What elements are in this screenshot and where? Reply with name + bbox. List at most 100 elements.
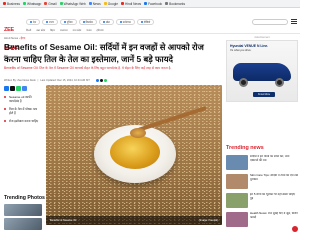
share-bar [4,86,42,91]
nav-label: वीडियो [143,21,151,24]
key-point: रोज इस्तेमाल करना चाहिए [4,119,42,123]
news-thumbnail [226,155,248,170]
news-title: Skin Care Tips: सर्दियों में त्वचा को ऐस… [250,174,298,181]
scroll-to-top-button[interactable] [292,226,298,232]
nav-item[interactable]: मनोरंजन [115,19,135,25]
trending-news-item[interactable]: इन 5 लोगों को भूलकर भी नहीं खाना चाहिए ग… [226,193,298,208]
google-news-icon[interactable] [22,86,27,91]
bookmark-label: Gmail [48,1,57,6]
subnav-item[interactable]: पंजाब [86,28,91,33]
site-logo[interactable]: ZEE NEWS हिंदी [4,18,20,58]
breadcrumb-section[interactable]: हेल्थ [21,36,26,40]
ad-tagline: It's what you drive. [230,49,252,52]
bookmark-item[interactable]: Hindi News [120,1,142,6]
subnav-item[interactable]: बिहार [50,28,55,33]
trending-news-item[interactable]: Skin Care Tips: सर्दियों में त्वचा को ऐस… [226,174,298,189]
nav-item[interactable]: दुनिया [59,19,77,25]
bookmark-item[interactable]: Gmail [44,1,57,6]
bookmark-item[interactable]: WhatsApp Web [59,2,86,6]
nav-item[interactable]: देश [26,19,41,25]
trending-photos-thumbs [4,204,42,240]
oil-graphic [110,135,160,169]
bookmark-label: Google [107,1,118,6]
bookmark-label: Bookmarks [169,1,186,6]
article-byline: Written By: Zee News Desk | Last Updated… [4,78,214,83]
author-name[interactable]: Written By: Zee News Desk [4,79,36,82]
updated-time: Last Updated: Dec 15, 2024, 10:44 AM IST [40,79,90,82]
car-wheel-graphic [239,78,248,87]
search-input[interactable] [252,19,288,25]
bookmark-label: Whatsapp [26,1,42,6]
bookmark-favicon-icon [22,2,26,5]
bookmark-item[interactable]: Google [103,1,118,6]
news-thumbnail [226,212,248,227]
bookmark-favicon-icon [59,2,63,5]
subnav-item[interactable]: राजस्थान [60,28,68,33]
news-thumbnail [226,193,248,208]
bookmark-favicon-icon [3,2,6,5]
news-title: सर्दियों में इन चीजों का सेवन करें, जाने… [250,155,290,162]
trending-news-item[interactable]: Health News: रोज सुबह पिएं ये जूस, मिलें… [226,212,298,227]
key-point: तिल के तेल में पोषक तत्व होते हैं [4,107,42,116]
whatsapp-share-icon[interactable] [103,79,107,82]
bookmark-favicon-icon [165,2,169,5]
subnav-item[interactable]: उत्तर प्रदेश [36,28,45,33]
facebook-icon[interactable] [4,86,9,91]
ad-cta-button[interactable]: Know More [253,92,275,97]
bookmark-favicon-icon [144,2,148,5]
nav-dot-icon [140,21,143,23]
car-wheel-graphic [275,78,284,87]
whatsapp-icon[interactable] [16,86,21,91]
nav-label: बिज़नेस [85,21,93,24]
article-headline: Benefits of Sesame Oil: सर्दियों में इन … [4,42,204,64]
byline-separator: | [37,79,39,82]
hamburger-menu-icon[interactable] [291,19,297,25]
advertisement[interactable]: Hyundai VENUE N Line. It's what you driv… [226,40,298,102]
nav-item[interactable]: बिज़नेस [78,19,97,25]
bookmark-label: News [92,1,101,6]
bookmark-favicon-icon [103,2,107,5]
bookmark-item[interactable]: Facebook [144,2,162,6]
bookmark-item[interactable]: Business [3,2,20,6]
spoon-head-graphic [130,128,146,138]
nav-dot-icon [82,21,85,23]
main-nav: देश राज्य दुनिया बिज़नेस खेल मनोरंजन वीड… [26,19,156,25]
trending-photo-thumb[interactable] [4,218,42,230]
article-hero-image: Benefits of Sesame Oil (Image: Freepik) [46,85,222,225]
nav-item[interactable]: राज्य [42,19,58,25]
bookmarks-bar: Business Whatsapp Gmail WhatsApp Web New… [0,0,300,8]
trending-news-list: सर्दियों में इन चीजों का सेवन करें, जाने… [226,155,298,231]
trending-news-item[interactable]: सर्दियों में इन चीजों का सेवन करें, जाने… [226,155,298,170]
bookmark-item[interactable]: Bookmarks [165,2,185,6]
twitter-icon[interactable] [10,86,15,91]
bookmark-item[interactable]: News [88,1,101,6]
bookmark-favicon-icon [120,2,124,5]
subnav-item[interactable]: दिल्ली [26,28,31,33]
key-points-list: Sesame oil काफी फायदेमंद है तिल के तेल म… [4,95,42,123]
trending-photo-thumb[interactable] [4,204,42,216]
bookmark-favicon-icon [88,2,92,5]
trending-news-heading: Trending news [226,145,264,151]
breadcrumb-home[interactable]: Hindi News [4,36,18,40]
bookmark-label: Facebook [148,1,163,6]
breadcrumb: Hindi News › हेल्थ [4,36,26,40]
twitter-share-icon[interactable] [99,79,103,82]
right-rail: Advertisement Hyundai VENUE N Line. It's… [226,36,298,102]
subnav-item[interactable]: हरियाणा [96,28,103,33]
bookmark-label: Hindi News [124,1,142,6]
subnav-item[interactable]: मध्य प्रदेश [73,28,82,33]
nav-label: मनोरंजन [122,21,131,24]
key-points-panel: Sesame oil काफी फायदेमंद है तिल के तेल म… [4,86,42,126]
image-credit: (Image: Freepik) [198,219,218,222]
news-title: इन 5 लोगों को भूलकर भी नहीं खाना चाहिए ग… [250,193,296,200]
nav-label: राज्य [49,21,54,24]
news-thumbnail [226,174,248,189]
nav-item[interactable]: खेल [98,19,114,25]
bookmark-item[interactable]: Whatsapp [22,1,42,6]
nav-item[interactable]: वीडियो [136,19,155,25]
sub-nav: दिल्ली उत्तर प्रदेश बिहार राजस्थान मध्य … [26,28,246,33]
nav-label: खेल [105,21,110,24]
facebook-share-icon[interactable] [95,79,99,82]
article-subtitle: Benefits of Sesame Oil: तिल के तेल में S… [4,66,172,70]
trending-photos-heading: Trending Photos [4,195,45,201]
